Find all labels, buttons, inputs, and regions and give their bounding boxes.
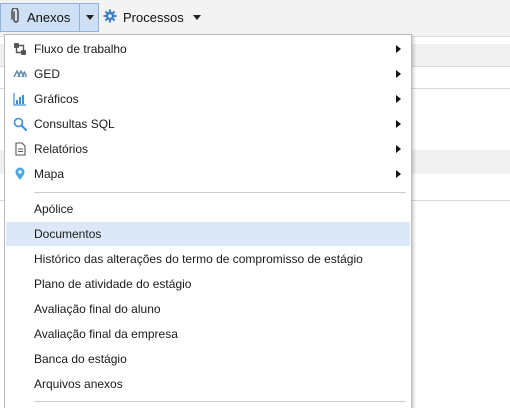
menu-item-label: Apólice [34, 202, 74, 216]
chevron-right-icon [396, 120, 401, 128]
anexos-menu-button[interactable]: Anexos [0, 3, 99, 32]
menu-item-label: Consultas SQL [34, 117, 115, 131]
menu-item-mapa[interactable]: Mapa [6, 162, 410, 186]
menu-item-fluxo-de-trabalho[interactable]: Fluxo de trabalho [6, 37, 410, 61]
processos-menu-button[interactable]: Processos [101, 3, 211, 32]
menu-item-label: Relatórios [34, 142, 89, 156]
menu-item-documentos[interactable]: Documentos [6, 222, 410, 246]
anexos-dropdown-toggle[interactable] [79, 4, 99, 31]
menu-item-label: Fluxo de trabalho [34, 42, 127, 56]
menu-item-label: Documentos [34, 227, 102, 241]
chevron-right-icon [396, 70, 401, 78]
chevron-right-icon [396, 145, 401, 153]
menu-separator [34, 192, 406, 193]
processos-label: Processos [123, 10, 184, 25]
menu-item-label: Histórico das alterações do termo de com… [34, 252, 363, 266]
chart-icon [12, 91, 28, 107]
workflow-icon [12, 41, 28, 57]
menu-item-label: Plano de atividade do estágio [34, 277, 192, 291]
menu-item-label: Arquivos anexos [34, 377, 123, 391]
menu-item-consultas-sql[interactable]: Consultas SQL [6, 112, 410, 136]
gear-icon [103, 9, 117, 26]
menu-item-label: Mapa [34, 167, 65, 181]
ged-icon [12, 66, 28, 82]
menu-item-label: Avaliação final da empresa [34, 327, 178, 341]
menu-item-label: Avaliação final do aluno [34, 302, 161, 316]
chevron-right-icon [396, 45, 401, 53]
menu-item-label: Gráficos [34, 92, 79, 106]
menu-item-avaliacao-empresa[interactable]: Avaliação final da empresa [6, 322, 410, 346]
menu-item-plano-atividade[interactable]: Plano de atividade do estágio [6, 272, 410, 296]
chevron-down-icon [192, 15, 201, 20]
menu-item-apolice[interactable]: Apólice [6, 197, 410, 221]
menu-item-label: GED [34, 67, 61, 81]
menu-item-relatorios[interactable]: Relatórios [6, 137, 410, 161]
chevron-right-icon [396, 170, 401, 178]
menu-item-ged[interactable]: GED [6, 62, 410, 86]
chevron-right-icon [396, 95, 401, 103]
menu-item-arquivos-anexos[interactable]: Arquivos anexos [6, 372, 410, 396]
toolbar: Anexos Processos [0, 0, 510, 37]
menu-item-label: Banca do estágio [34, 352, 127, 366]
anexos-dropdown-menu: Fluxo de trabalho GED Gráficos Consultas… [4, 34, 412, 408]
anexos-label: Anexos [27, 10, 71, 25]
menu-item-banca-estagio[interactable]: Banca do estágio [6, 347, 410, 371]
menu-item-historico-alteracoes[interactable]: Histórico das alterações do termo de com… [6, 247, 410, 271]
map-pin-icon [12, 166, 28, 182]
report-icon [12, 141, 28, 157]
paperclip-icon [11, 7, 21, 27]
menu-item-avaliacao-aluno[interactable]: Avaliação final do aluno [6, 297, 410, 321]
menu-item-graficos[interactable]: Gráficos [6, 87, 410, 111]
menu-separator [34, 401, 406, 402]
chevron-down-icon [85, 15, 94, 20]
search-icon [12, 116, 28, 132]
